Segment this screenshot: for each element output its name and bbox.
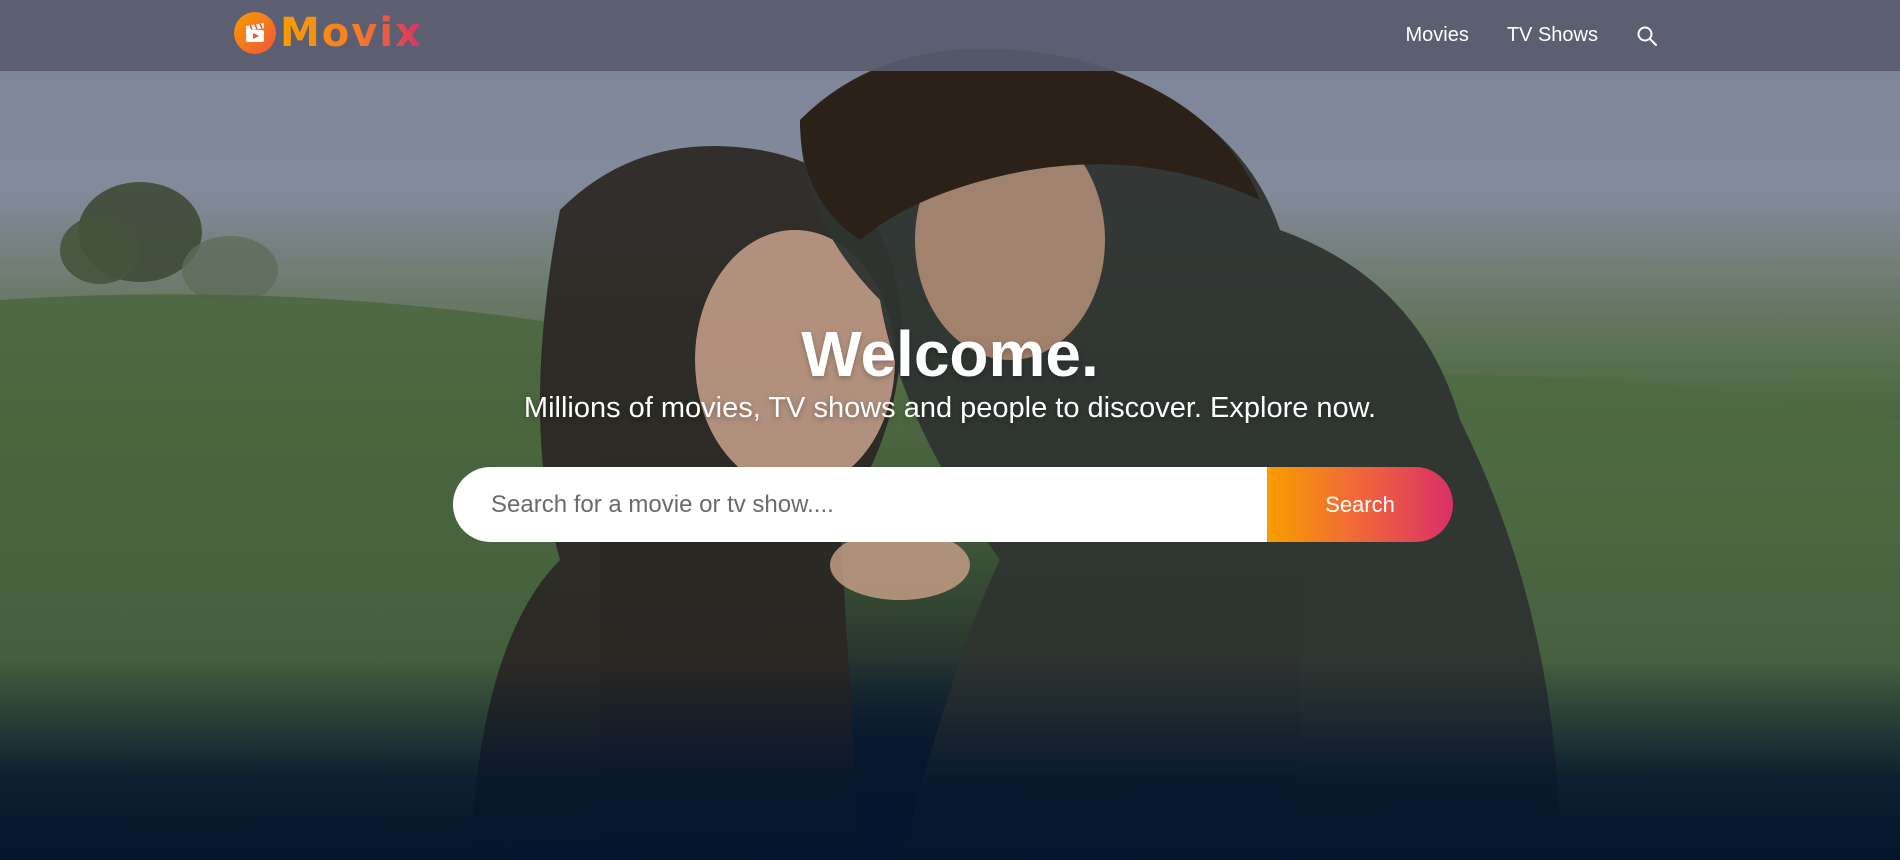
hero-fade-overlay [0, 660, 1900, 860]
logo[interactable]: Movix [234, 10, 423, 56]
hero-content: Welcome. Millions of movies, TV shows an… [0, 318, 1900, 426]
nav-item-movies[interactable]: Movies [1405, 24, 1468, 47]
hero-section: Movix Movies TV Shows Welcome. Millions … [0, 0, 1900, 860]
hero-subtitle: Millions of movies, TV shows and people … [523, 392, 1377, 424]
logo-text: Movix [280, 10, 423, 56]
main-nav: Movies TV Shows [1405, 0, 1658, 71]
search-icon[interactable] [1636, 25, 1658, 47]
search-button[interactable]: Search [1267, 467, 1453, 542]
nav-item-tv-shows[interactable]: TV Shows [1507, 24, 1598, 47]
hero-search-bar: Search [453, 467, 1453, 542]
top-header: Movix Movies TV Shows [0, 0, 1900, 71]
clapperboard-icon [234, 12, 276, 54]
hero-title: Welcome. [801, 318, 1099, 390]
search-input[interactable] [453, 467, 1267, 542]
